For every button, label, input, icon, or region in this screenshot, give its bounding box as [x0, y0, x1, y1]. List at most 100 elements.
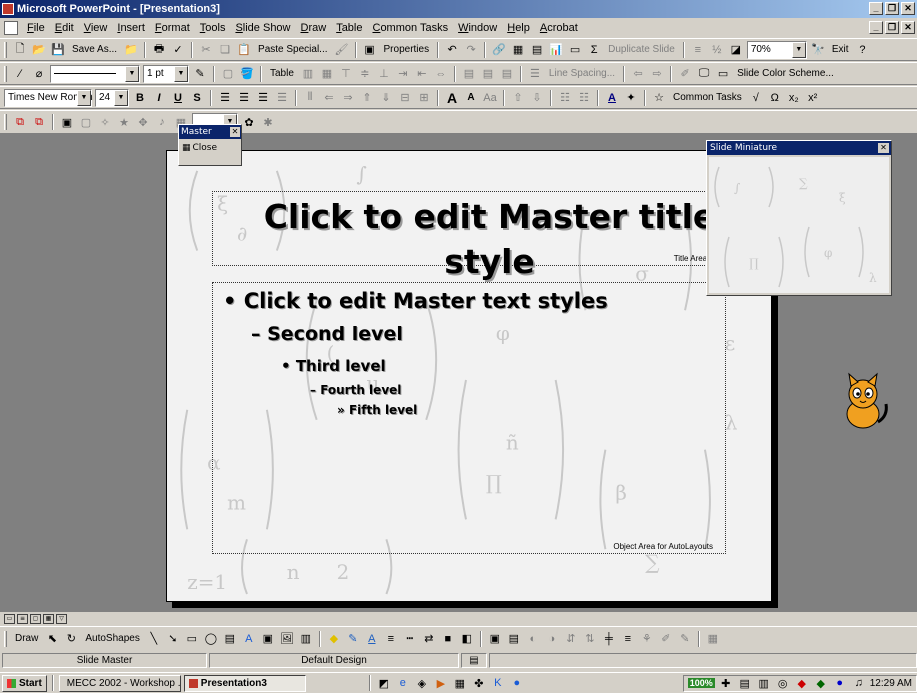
spelling-icon[interactable]: ✓	[170, 42, 186, 58]
toolbar-grip[interactable]	[4, 114, 7, 130]
collapse-icon[interactable]: ⊟	[397, 90, 413, 106]
line-style-icon[interactable]: ≡	[383, 631, 399, 647]
redo-icon[interactable]: ↷	[463, 42, 479, 58]
paste-special-button[interactable]: Paste Special...	[255, 44, 330, 55]
font-select[interactable]: Times New Roman ▼	[4, 88, 93, 107]
save-icon[interactable]: 💾	[50, 42, 66, 58]
move-up-icon[interactable]: ⇑	[359, 90, 375, 106]
underline-button[interactable]: U	[170, 90, 186, 106]
slide-show-icon[interactable]: ▽	[56, 614, 67, 624]
align-right-icon[interactable]: ▤	[499, 66, 515, 82]
align-left-icon[interactable]: ▤	[461, 66, 477, 82]
close-icon[interactable]: ✕	[230, 127, 240, 137]
format-painter-icon[interactable]: 🖌	[334, 42, 350, 58]
demote-arrow-icon[interactable]: ⇩	[529, 90, 545, 106]
tables-borders-icon[interactable]: ▦	[510, 42, 526, 58]
doc-minimize-button[interactable]: _	[869, 21, 883, 34]
new-icon[interactable]: 🗋	[12, 42, 28, 58]
distribute-icon[interactable]: ⇔	[433, 66, 449, 82]
office-assistant-cat-icon[interactable]	[836, 372, 890, 432]
custom-icon-4[interactable]: ◑	[544, 631, 560, 647]
menu-table[interactable]: Table	[331, 22, 367, 34]
quicklaunch-icon-5[interactable]: ▦	[452, 675, 468, 691]
text-level-5[interactable]: » Fifth level	[337, 403, 417, 417]
rectangle-icon[interactable]: ▭	[184, 631, 200, 647]
new-slide-icon[interactable]: ▭	[567, 42, 583, 58]
menu-acrobat[interactable]: Acrobat	[535, 22, 583, 34]
save-as-button[interactable]: Save As...	[69, 44, 120, 55]
pen-icon[interactable]: ∕	[12, 66, 28, 82]
quicklaunch-icon-6[interactable]: ✤	[471, 675, 487, 691]
increase-spacing-icon[interactable]: ☰	[527, 66, 543, 82]
insert-picture-icon[interactable]: 🖼	[279, 631, 295, 647]
copy-icon[interactable]: ❏	[217, 42, 233, 58]
tray-icon-4[interactable]: ◎	[775, 675, 791, 691]
tray-icon-5[interactable]: ◆	[794, 675, 810, 691]
quicklaunch-icon-8[interactable]: ●	[509, 675, 525, 691]
acrobat-email-icon[interactable]: ⧉	[31, 114, 47, 130]
custom-icon-8[interactable]: ≡	[620, 631, 636, 647]
quicklaunch-icon-1[interactable]: ◩	[376, 675, 392, 691]
custom-icon-3[interactable]: ◐	[525, 631, 541, 647]
line-color-icon[interactable]: ✎	[345, 631, 361, 647]
expand-icon[interactable]: ⊞	[416, 90, 432, 106]
custom-icon-12[interactable]: ▦	[705, 631, 721, 647]
find-icon[interactable]: 🔭	[810, 42, 826, 58]
animation-2-icon[interactable]: ✥	[135, 114, 151, 130]
arrow-icon[interactable]: ➘	[165, 631, 181, 647]
transition-icon[interactable]: ✿	[241, 114, 257, 130]
font-color-draw-icon[interactable]: A	[364, 631, 380, 647]
align-bottom-icon[interactable]: ⊥	[376, 66, 392, 82]
document-icon[interactable]	[4, 21, 18, 35]
equation-icon[interactable]: √	[748, 90, 764, 106]
open-icon[interactable]: 📂	[31, 42, 47, 58]
title-placeholder[interactable]: Click to edit Master title style Title A…	[212, 191, 767, 281]
autoshapes-button[interactable]: AutoShapes	[82, 633, 143, 644]
menu-help[interactable]: Help	[502, 22, 535, 34]
columns-icon[interactable]: ⫴	[302, 90, 318, 106]
subscript-icon[interactable]: x₂	[786, 90, 802, 106]
animation-icon[interactable]: ✦	[623, 90, 639, 106]
insert-col-icon[interactable]: ⇤	[414, 66, 430, 82]
custom-icon-2[interactable]: ▤	[506, 631, 522, 647]
menu-common-tasks[interactable]: Common Tasks	[367, 22, 453, 34]
menu-edit[interactable]: Edit	[50, 22, 79, 34]
line-icon[interactable]: ╲	[146, 631, 162, 647]
quicklaunch-icon-7[interactable]: K	[490, 675, 506, 691]
expand-all-icon[interactable]: ≡	[690, 42, 706, 58]
text-level-3[interactable]: • Third level	[281, 357, 386, 375]
body-placeholder[interactable]: • Click to edit Master text styles – Sec…	[212, 282, 726, 554]
text-level-2[interactable]: – Second level	[251, 323, 403, 345]
sound-icon[interactable]: ♪	[154, 114, 170, 130]
line-style-select[interactable]: ▼	[50, 64, 140, 83]
quicklaunch-icon-4[interactable]: ▶	[433, 675, 449, 691]
effects-icon[interactable]: ✧	[97, 114, 113, 130]
close-button[interactable]: ✕	[901, 2, 915, 15]
text-box-icon[interactable]: ▤	[222, 631, 238, 647]
fill-color-icon[interactable]: ◆	[326, 631, 342, 647]
dropdown-arrow-icon[interactable]: ▼	[125, 65, 139, 82]
draw-menu-button[interactable]: Draw	[12, 633, 41, 644]
common-tasks-icon[interactable]: ☆	[651, 90, 667, 106]
toolbar-grip[interactable]	[4, 65, 7, 82]
dropdown-arrow-icon[interactable]: ▼	[174, 65, 188, 82]
menu-view[interactable]: View	[79, 22, 113, 34]
italic-button[interactable]: I	[151, 90, 167, 106]
change-case-icon[interactable]: Aa	[482, 90, 498, 106]
minimize-button[interactable]: _	[869, 2, 883, 15]
properties-icon[interactable]: ▣	[362, 42, 378, 58]
increase-font-button[interactable]: A	[444, 90, 460, 106]
clock[interactable]: 12:29 AM	[870, 678, 912, 689]
move-down-icon[interactable]: ⇓	[378, 90, 394, 106]
common-tasks-button[interactable]: Common Tasks	[670, 92, 745, 103]
promote-icon[interactable]: ⇐	[321, 90, 337, 106]
text-level-4[interactable]: – Fourth level	[310, 383, 401, 397]
tray-icon-8[interactable]: ♫	[851, 675, 867, 691]
promote-arrow-icon[interactable]: ⇧	[510, 90, 526, 106]
dropdown-arrow-icon[interactable]: ▼	[77, 89, 91, 106]
border-color-icon[interactable]: ✎	[192, 66, 208, 82]
doc-close-button[interactable]: ✕	[901, 21, 915, 34]
slide-view-icon[interactable]: ▢	[30, 614, 41, 624]
close-master-view-button[interactable]: ▦ Close	[179, 139, 241, 157]
paste-icon[interactable]: 📋	[236, 42, 252, 58]
